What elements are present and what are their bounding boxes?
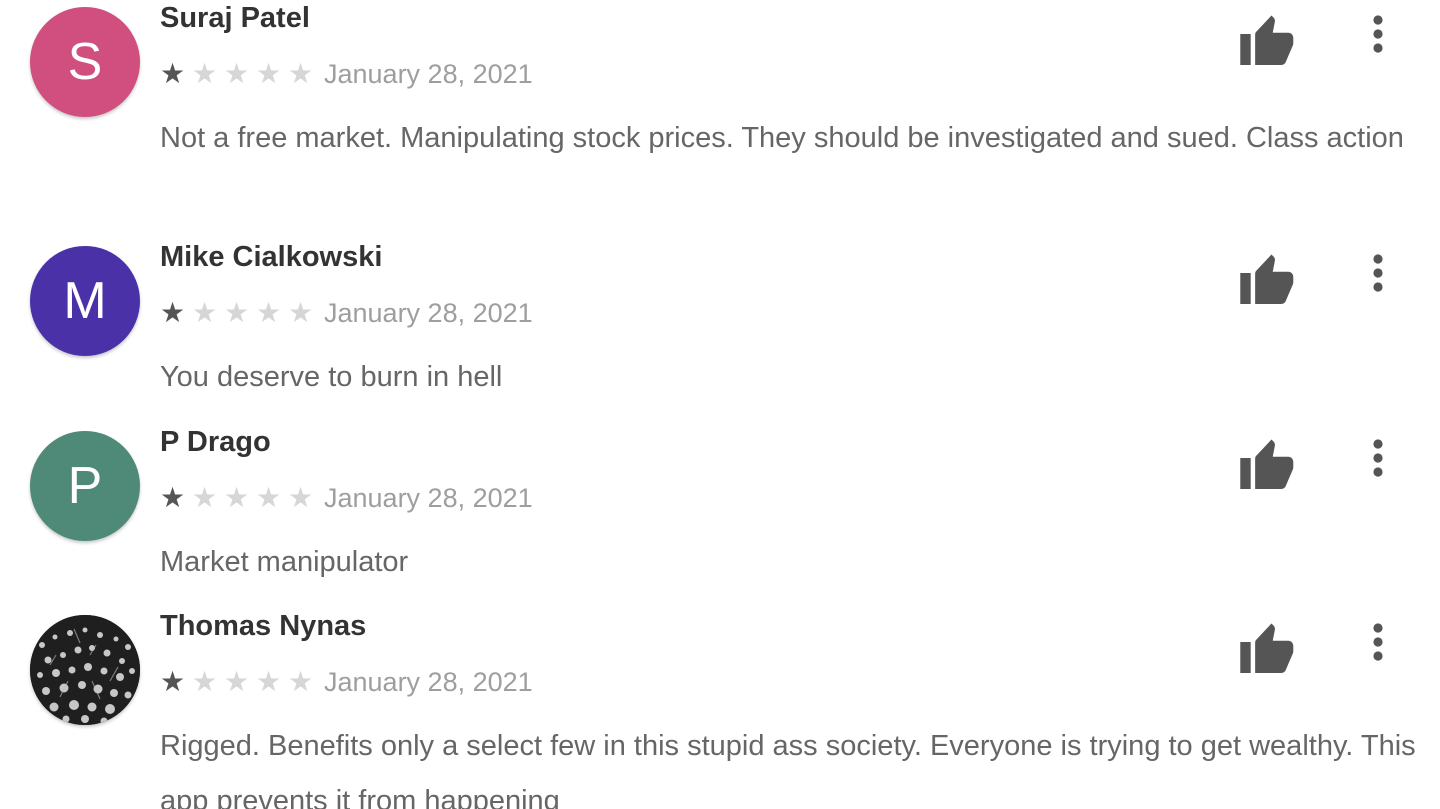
review-meta: ★ ★ ★ ★ ★ January 28, 2021: [160, 296, 533, 330]
reviewer-name: Thomas Nynas: [160, 610, 367, 642]
star-empty-icon: ★: [256, 481, 282, 514]
avatar-initial: S: [67, 33, 103, 91]
more-vert-icon[interactable]: [1362, 12, 1394, 60]
review-text: Not a free market. Manipulating stock pr…: [160, 122, 1404, 154]
star-filled-icon: ★: [160, 481, 186, 514]
review-list: S Suraj Patel ★ ★ ★ ★ ★ January 28, 2021 Not…: [0, 0, 1440, 809]
star-filled-icon: ★: [160, 665, 186, 698]
star-empty-icon: ★: [288, 296, 314, 329]
thumb-up-icon[interactable]: [1240, 621, 1300, 673]
reviewer-name: P Drago: [160, 426, 271, 458]
review-date: January 28, 2021: [324, 666, 533, 697]
star-empty-icon: ★: [224, 481, 250, 514]
star-rating: ★ ★ ★ ★ ★: [160, 60, 320, 88]
review-text: Rigged. Benefits only a select few in th…: [160, 730, 1416, 809]
thumb-up-icon[interactable]: [1240, 13, 1300, 66]
review-date: January 28, 2021: [324, 482, 533, 513]
star-filled-icon: ★: [160, 57, 186, 90]
more-vert-icon[interactable]: [1362, 251, 1394, 299]
star-empty-icon: ★: [224, 665, 250, 698]
avatar-initial: P: [67, 457, 103, 515]
star-empty-icon: ★: [288, 57, 314, 90]
thumb-up-icon[interactable]: [1240, 437, 1300, 489]
star-empty-icon: ★: [224, 57, 250, 90]
avatar: M: [30, 246, 140, 356]
star-filled-icon: ★: [160, 296, 186, 329]
star-rating: ★ ★ ★ ★ ★: [160, 668, 320, 696]
more-vert-icon[interactable]: [1362, 436, 1394, 484]
review-meta: ★ ★ ★ ★ ★ January 28, 2021: [160, 481, 533, 515]
star-empty-icon: ★: [288, 665, 314, 698]
star-empty-icon: ★: [192, 296, 218, 329]
star-empty-icon: ★: [224, 296, 250, 329]
review-date: January 28, 2021: [324, 297, 533, 328]
review-text: You deserve to burn in hell: [160, 361, 503, 393]
star-empty-icon: ★: [192, 57, 218, 90]
star-empty-icon: ★: [256, 665, 282, 698]
avatar: S: [30, 7, 140, 117]
more-vert-icon[interactable]: [1362, 620, 1394, 668]
star-rating: ★ ★ ★ ★ ★: [160, 484, 320, 512]
review-meta: ★ ★ ★ ★ ★ January 28, 2021: [160, 57, 533, 91]
crowd-photo-image: [30, 615, 140, 725]
star-empty-icon: ★: [192, 665, 218, 698]
star-empty-icon: ★: [288, 481, 314, 514]
review-date: January 28, 2021: [324, 58, 533, 89]
review-meta: ★ ★ ★ ★ ★ January 28, 2021: [160, 665, 533, 699]
reviewer-name: Suraj Patel: [160, 2, 310, 34]
thumb-up-icon[interactable]: [1240, 252, 1300, 304]
avatar-photo: [30, 615, 140, 725]
avatar-initial: M: [63, 272, 107, 330]
review-text: Market manipulator: [160, 546, 409, 578]
avatar: P: [30, 431, 140, 541]
star-empty-icon: ★: [192, 481, 218, 514]
star-empty-icon: ★: [256, 57, 282, 90]
reviewer-name: Mike Cialkowski: [160, 241, 383, 273]
star-empty-icon: ★: [256, 296, 282, 329]
star-rating: ★ ★ ★ ★ ★: [160, 299, 320, 327]
